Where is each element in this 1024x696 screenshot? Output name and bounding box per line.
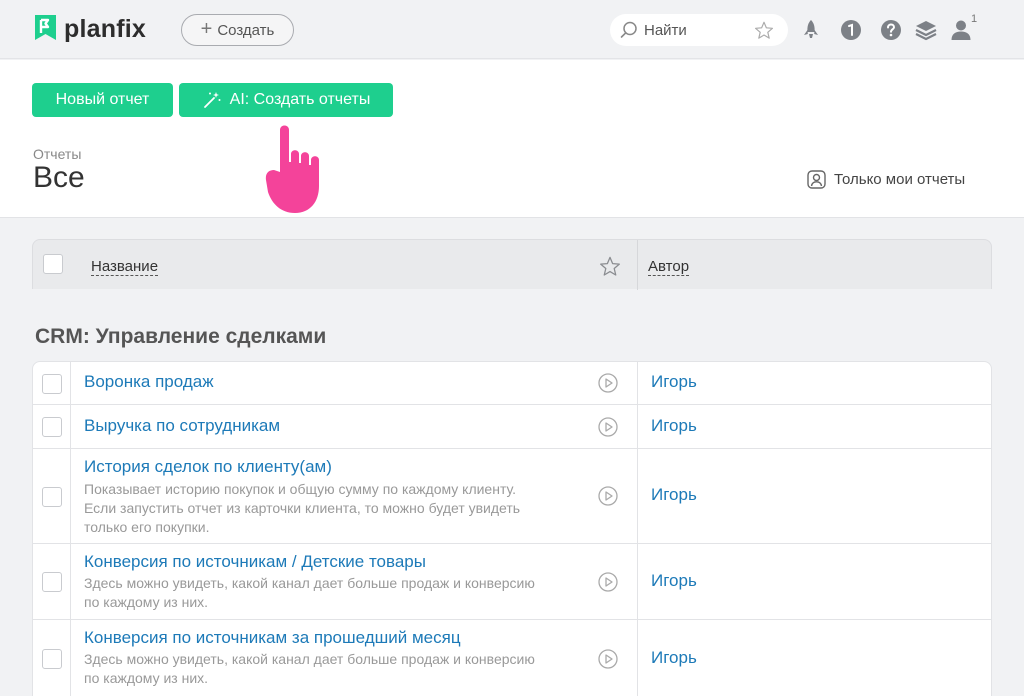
layers-icon[interactable] [915,19,937,41]
play-icon[interactable] [598,649,618,669]
top-bar: planfix + Создать Найти 1 [0,0,1024,59]
create-button[interactable]: + Создать [181,14,294,46]
report-description: Здесь можно увидеть, какой канал дает бо… [84,574,577,612]
table-row[interactable]: Выручка по сотрудникам Игорь [33,405,991,449]
column-divider [637,620,638,696]
user-icon[interactable] [950,19,972,41]
table-row[interactable]: Конверсия по источникам / Детские товары… [33,544,991,620]
table-row[interactable]: История сделок по клиенту(ам) Показывает… [33,449,991,544]
report-title-link[interactable]: Конверсия по источникам / Детские товары [84,552,426,572]
report-title-link[interactable]: Конверсия по источникам за прошедший мес… [84,628,461,648]
row-checkbox-cell [33,544,71,619]
breadcrumb[interactable]: Отчеты [33,146,81,162]
report-author-link[interactable]: Игорь [651,571,697,591]
report-description-line: по каждому из них. [84,594,209,610]
select-all-checkbox[interactable] [43,254,63,274]
new-report-button[interactable]: Новый отчет [32,83,173,117]
report-author-link[interactable]: Игорь [651,485,697,505]
table-row[interactable]: Конверсия по источникам за прошедший мес… [33,620,991,696]
report-author-link[interactable]: Игорь [651,416,697,436]
search-box[interactable] [610,14,788,46]
row-checkbox[interactable] [42,374,62,394]
row-checkbox[interactable] [42,417,62,437]
reports-header-panel: Новый отчет AI: Создать отчеты Отчеты Вс… [0,60,1024,218]
help-icon[interactable] [880,19,902,41]
create-button-label: Создать [217,21,275,39]
play-icon[interactable] [598,572,618,592]
table-header: Название Автор [32,239,992,290]
column-divider [637,362,638,404]
row-checkbox[interactable] [42,487,62,507]
row-checkbox-cell [33,449,71,543]
report-description: Здесь можно увидеть, какой канал дает бо… [84,650,577,688]
group-title: CRM: Управление сделками [35,325,327,348]
row-checkbox[interactable] [42,572,62,592]
report-description-line: Если запустить отчет из карточки клиента… [84,500,521,516]
column-divider [637,240,638,290]
report-author-link[interactable]: Игорь [651,372,697,392]
column-divider [637,449,638,543]
notifications-icon[interactable] [840,19,862,41]
report-description-line: Показывает историю покупок и общую сумму… [84,481,517,497]
search-input[interactable] [644,21,744,39]
report-title-link[interactable]: Воронка продаж [84,372,214,392]
report-description-line: Здесь можно увидеть, какой канал дает бо… [84,575,535,591]
report-description: Показывает историю покупок и общую сумму… [84,480,577,537]
page-title: Все [33,161,85,194]
play-icon[interactable] [598,486,618,506]
column-divider [637,544,638,619]
reports-table: Воронка продаж Игорь Выручка по сотрудни… [32,361,992,696]
ai-create-reports-button[interactable]: AI: Создать отчеты [179,83,393,117]
report-author-link[interactable]: Игорь [651,648,697,668]
row-checkbox[interactable] [42,649,62,669]
column-header-author[interactable]: Автор [648,259,690,276]
search-icon [620,21,637,38]
ai-create-reports-button-label: AI: Создать отчеты [229,91,371,108]
rocket-icon[interactable] [800,19,822,41]
report-description-line: по каждому из них. [84,670,209,686]
planfix-logo-icon [33,14,58,44]
column-divider [637,405,638,448]
row-checkbox-cell [33,620,71,696]
only-my-reports-toggle[interactable]: Только мои отчеты [807,170,965,189]
logo[interactable]: planfix [33,14,146,44]
report-title-link[interactable]: История сделок по клиенту(ам) [84,457,332,477]
table-row[interactable]: Воронка продаж Игорь [33,362,991,405]
row-checkbox-cell [33,362,71,404]
row-checkbox-cell [33,405,71,448]
play-icon[interactable] [598,373,618,393]
logo-text: planfix [64,14,146,43]
pointing-hand-icon [265,125,319,213]
magic-wand-icon [203,92,221,108]
plus-icon: + [200,17,213,40]
column-header-name[interactable]: Название [91,259,159,276]
report-title-link[interactable]: Выручка по сотрудникам [84,416,280,436]
favorite-star-icon[interactable] [754,21,774,40]
user-badge: 1 [971,13,978,25]
report-description-line: Здесь можно увидеть, какой канал дает бо… [84,651,535,667]
user-square-icon [807,170,826,189]
play-icon[interactable] [598,417,618,437]
report-description-line: только его покупки. [84,519,210,535]
favorite-star-icon[interactable] [599,256,621,277]
new-report-button-label: Новый отчет [55,91,150,108]
only-my-reports-label: Только мои отчеты [834,171,966,188]
